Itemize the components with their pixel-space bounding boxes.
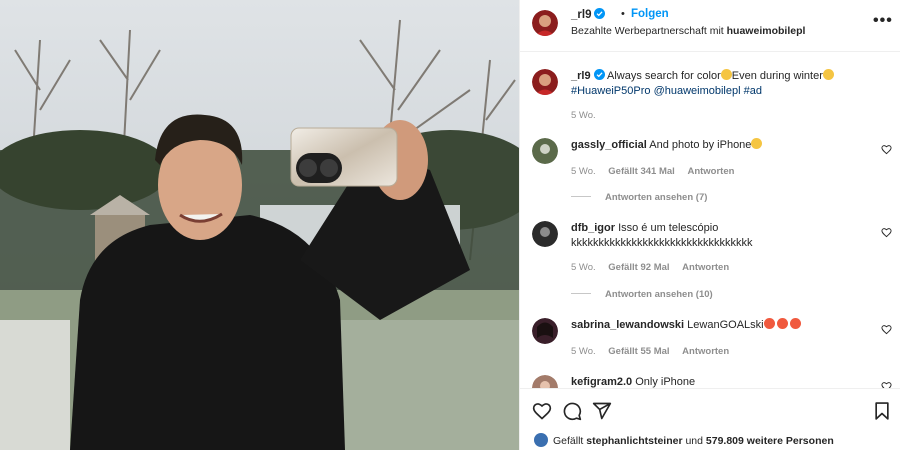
- comment-meta: 5 Wo. Gefällt 341 Mal Antworten: [571, 166, 744, 177]
- comment-meta: 5 Wo. Gefällt 55 Mal Antworten: [571, 346, 739, 357]
- comment-icon[interactable]: [562, 401, 582, 421]
- comment-username[interactable]: kefigram2.0: [571, 376, 632, 388]
- grin-emoji: [822, 69, 834, 80]
- caption-text-a: Always search for color: [607, 70, 721, 82]
- view-replies-label[interactable]: Antworten ansehen (7): [605, 192, 707, 203]
- more-icon[interactable]: •••: [873, 12, 893, 30]
- sponsored-label: Bezahlte Werbepartnerschaft mit huaweimo…: [571, 25, 805, 37]
- author-username-text[interactable]: _rl9: [571, 9, 591, 21]
- heart-eyes-emoji: [789, 318, 801, 329]
- comment-text: gassly_official And photo by iPhone: [571, 138, 871, 153]
- comment-username[interactable]: sabrina_lewandowski: [571, 319, 684, 331]
- mention-link[interactable]: @huaweimobilepl: [654, 85, 741, 97]
- comment-body: LewanGOALski: [687, 319, 764, 331]
- likes-count[interactable]: 579.809 weitere Personen: [706, 435, 834, 447]
- post-header: _rl9 • Folgen Bezahlte Werbepartnerschaf…: [520, 0, 900, 52]
- post-dialog: _rl9 • Folgen Bezahlte Werbepartnerschaf…: [0, 0, 900, 450]
- author-username[interactable]: _rl9: [571, 8, 606, 21]
- comment-likes[interactable]: Gefällt 55 Mal: [608, 346, 669, 357]
- verified-badge-icon: [594, 8, 606, 19]
- sponsored-partner-link[interactable]: huaweimobilepl: [727, 25, 806, 37]
- replies-line: [571, 293, 591, 294]
- heart-icon[interactable]: [881, 324, 892, 335]
- heart-icon[interactable]: [532, 401, 552, 421]
- share-icon[interactable]: [592, 401, 612, 421]
- comment-time[interactable]: 5 Wo.: [571, 166, 596, 177]
- author-avatar[interactable]: [532, 10, 558, 36]
- caption-time[interactable]: 5 Wo.: [571, 110, 596, 121]
- comment-body: Only iPhone: [635, 376, 696, 388]
- likes-prefix: Gefällt: [553, 435, 587, 447]
- view-replies-button[interactable]: Antworten ansehen (7): [571, 192, 707, 203]
- comment-text: sabrina_lewandowski LewanGOALski: [571, 318, 871, 333]
- photo-illustration: [0, 0, 519, 450]
- comment-time[interactable]: 5 Wo.: [571, 346, 596, 357]
- caption-text-b: Even during winter: [731, 70, 823, 82]
- reply-button[interactable]: Antworten: [682, 262, 729, 273]
- comment-username[interactable]: dfb_igor: [571, 222, 615, 234]
- comment-likes[interactable]: Gefällt 341 Mal: [608, 166, 675, 177]
- view-replies-label[interactable]: Antworten ansehen (10): [605, 289, 713, 300]
- reply-button[interactable]: Antworten: [682, 346, 729, 357]
- heart-eyes-emoji: [776, 318, 788, 329]
- caption-text: _rl9 Always search for color Even during …: [571, 69, 871, 99]
- comment-meta: 5 Wo. Gefällt 92 Mal Antworten: [571, 262, 739, 273]
- commenter-avatar[interactable]: [532, 318, 558, 344]
- reply-button[interactable]: Antworten: [687, 166, 734, 177]
- liker-username[interactable]: stephanlichtsteiner: [586, 435, 682, 447]
- heart-icon[interactable]: [881, 227, 892, 238]
- likes-summary: Gefällt stephanlichtsteiner und 579.809 …: [534, 433, 834, 447]
- view-replies-button[interactable]: Antworten ansehen (10): [571, 289, 713, 300]
- liker-avatar[interactable]: [534, 433, 548, 447]
- comments-panel: _rl9 • Folgen Bezahlte Werbepartnerschaf…: [519, 0, 900, 450]
- post-photo[interactable]: [0, 0, 519, 450]
- caption-username[interactable]: _rl9: [571, 70, 591, 82]
- laugh-emoji: [751, 138, 763, 149]
- heart-eyes-emoji: [763, 318, 775, 329]
- victory-hand-emoji: [720, 69, 732, 80]
- caption-avatar[interactable]: [532, 69, 558, 95]
- hashtag-ad-link[interactable]: #ad: [744, 85, 762, 97]
- sponsored-prefix: Bezahlte Werbepartnerschaft mit: [571, 25, 727, 37]
- bookmark-icon[interactable]: [872, 401, 892, 421]
- header-separator: •: [621, 8, 625, 20]
- verified-badge-icon: [593, 69, 605, 80]
- follow-button[interactable]: Folgen: [631, 8, 669, 20]
- comment-likes[interactable]: Gefällt 92 Mal: [608, 262, 669, 273]
- replies-line: [571, 196, 591, 197]
- comment-username[interactable]: gassly_official: [571, 139, 647, 151]
- commenter-avatar[interactable]: [532, 221, 558, 247]
- comment-body: And photo by iPhone: [649, 139, 752, 151]
- comment-time[interactable]: 5 Wo.: [571, 262, 596, 273]
- post-actions: Gefällt stephanlichtsteiner und 579.809 …: [520, 388, 900, 450]
- likes-middle: und: [682, 435, 706, 447]
- hashtag-link[interactable]: #HuaweiP50Pro: [571, 85, 651, 97]
- comment-text: dfb_igor Isso é um telescópio kkkkkkkkkk…: [571, 221, 871, 251]
- commenter-avatar[interactable]: [532, 138, 558, 164]
- heart-icon[interactable]: [881, 144, 892, 155]
